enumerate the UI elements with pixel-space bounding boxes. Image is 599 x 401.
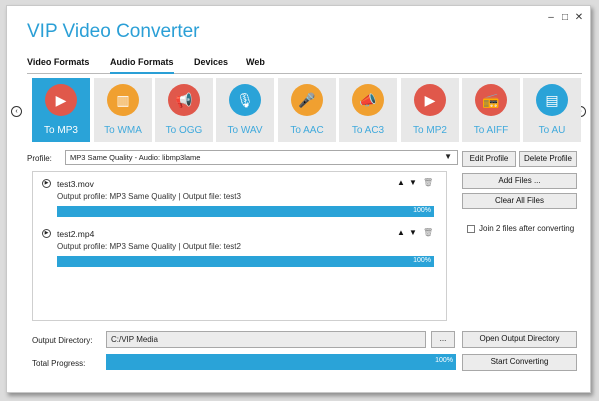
format-to-au[interactable]: ▤ To AU (523, 78, 581, 142)
trash-icon[interactable]: 🗑 (423, 228, 433, 237)
output-directory-label: Output Directory: (32, 336, 93, 345)
file-progress-bar: 100% (57, 206, 434, 217)
format-to-mp2[interactable]: ▶ To MP2 (401, 78, 459, 142)
profile-label: Profile: (27, 154, 52, 163)
file-name: test3.mov (57, 179, 94, 189)
progress-percent: 100% (413, 207, 431, 214)
play-icon: ▶ (414, 84, 446, 116)
list-item[interactable]: ▶ test2.mp4 ▲ ▼ 🗑 Output profile: MP3 Sa… (33, 222, 446, 274)
format-label: To WAV (227, 125, 263, 136)
move-down-icon[interactable]: ▼ (409, 228, 417, 237)
progress-percent: 100% (413, 257, 431, 264)
browse-button[interactable]: ... (431, 331, 455, 348)
format-to-aac[interactable]: 🎤 To AAC (278, 78, 336, 142)
format-to-wav[interactable]: 🎙 To WAV (216, 78, 274, 142)
file-info: Output profile: MP3 Same Quality | Outpu… (57, 192, 241, 201)
open-output-directory-button[interactable]: Open Output Directory (462, 331, 577, 348)
format-to-ac3[interactable]: 📣 To AC3 (339, 78, 397, 142)
mixer-icon: ▤ (536, 84, 568, 116)
edit-profile-button[interactable]: Edit Profile (462, 151, 516, 167)
chevron-left-icon: ‹ (15, 108, 18, 115)
join-files-option[interactable]: Join 2 files after converting (467, 224, 574, 233)
equalizer-icon: ▥ (107, 84, 139, 116)
horn-icon: 📣 (352, 84, 384, 116)
play-icon[interactable]: ▶ (42, 179, 51, 188)
megaphone-icon: 📢 (168, 84, 200, 116)
minimize-button[interactable]: – (545, 12, 557, 23)
tab-devices[interactable]: Devices (194, 57, 228, 74)
profile-value: MP3 Same Quality - Audio: libmp3lame (70, 153, 201, 162)
prev-format-button[interactable]: ‹ (11, 106, 22, 117)
format-tabs: Video Formats Audio Formats Devices Web (27, 57, 582, 74)
format-label: To MP3 (44, 125, 78, 136)
format-to-wma[interactable]: ▥ To WMA (94, 78, 152, 142)
play-icon: ▶ (45, 84, 77, 116)
radio-icon: 📻 (475, 84, 507, 116)
profile-select[interactable]: MP3 Same Quality - Audio: libmp3lame ▼ (65, 150, 458, 165)
microphone-handheld-icon: 🎤 (291, 84, 323, 116)
format-to-mp3[interactable]: ▶ To MP3 (32, 78, 90, 142)
start-converting-button[interactable]: Start Converting (462, 354, 577, 371)
output-directory-field[interactable]: C:/VIP Media (106, 331, 426, 348)
file-progress-bar: 100% (57, 256, 434, 267)
format-label: To AC3 (351, 125, 385, 136)
total-progress-percent: 100% (435, 357, 453, 364)
join-files-label: Join 2 files after converting (479, 224, 575, 233)
maximize-button[interactable]: □ (559, 12, 571, 23)
format-label: To AIFF (473, 125, 509, 136)
join-files-checkbox[interactable] (467, 224, 475, 233)
format-label: To OGG (165, 125, 203, 136)
app-title: VIP Video Converter (27, 21, 200, 42)
delete-profile-button[interactable]: Delete Profile (519, 151, 577, 167)
trash-icon[interactable]: 🗑 (423, 178, 433, 187)
format-label: To MP2 (413, 125, 447, 136)
format-label: To WMA (104, 125, 142, 136)
file-name: test2.mp4 (57, 229, 95, 239)
clear-all-files-button[interactable]: Clear All Files (462, 193, 577, 209)
tab-web[interactable]: Web (246, 57, 265, 74)
format-to-aiff[interactable]: 📻 To AIFF (462, 78, 520, 142)
add-files-button[interactable]: Add Files ... (462, 173, 577, 189)
tab-video-formats[interactable]: Video Formats (27, 57, 89, 74)
file-info: Output profile: MP3 Same Quality | Outpu… (57, 242, 241, 251)
move-up-icon[interactable]: ▲ (397, 228, 405, 237)
format-to-ogg[interactable]: 📢 To OGG (155, 78, 213, 142)
microphone-icon: 🎙 (229, 84, 261, 116)
list-item[interactable]: ▶ test3.mov ▲ ▼ 🗑 Output profile: MP3 Sa… (33, 172, 446, 224)
move-up-icon[interactable]: ▲ (397, 178, 405, 187)
format-selector: ▶ To MP3 ▥ To WMA 📢 To OGG 🎙 To WAV 🎤 To… (32, 78, 581, 142)
move-down-icon[interactable]: ▼ (409, 178, 417, 187)
format-label: To AAC (290, 125, 324, 136)
play-icon[interactable]: ▶ (42, 229, 51, 238)
total-progress-label: Total Progress: (32, 359, 86, 368)
close-button[interactable]: ✕ (573, 12, 585, 23)
chevron-down-icon: ▼ (444, 152, 452, 161)
file-queue-list: ▶ test3.mov ▲ ▼ 🗑 Output profile: MP3 Sa… (32, 171, 447, 321)
app-window: VIP Video Converter – □ ✕ Video Formats … (6, 5, 591, 393)
total-progress-bar: 100% (106, 354, 456, 370)
format-label: To AU (538, 125, 566, 136)
tab-audio-formats[interactable]: Audio Formats (110, 57, 174, 74)
